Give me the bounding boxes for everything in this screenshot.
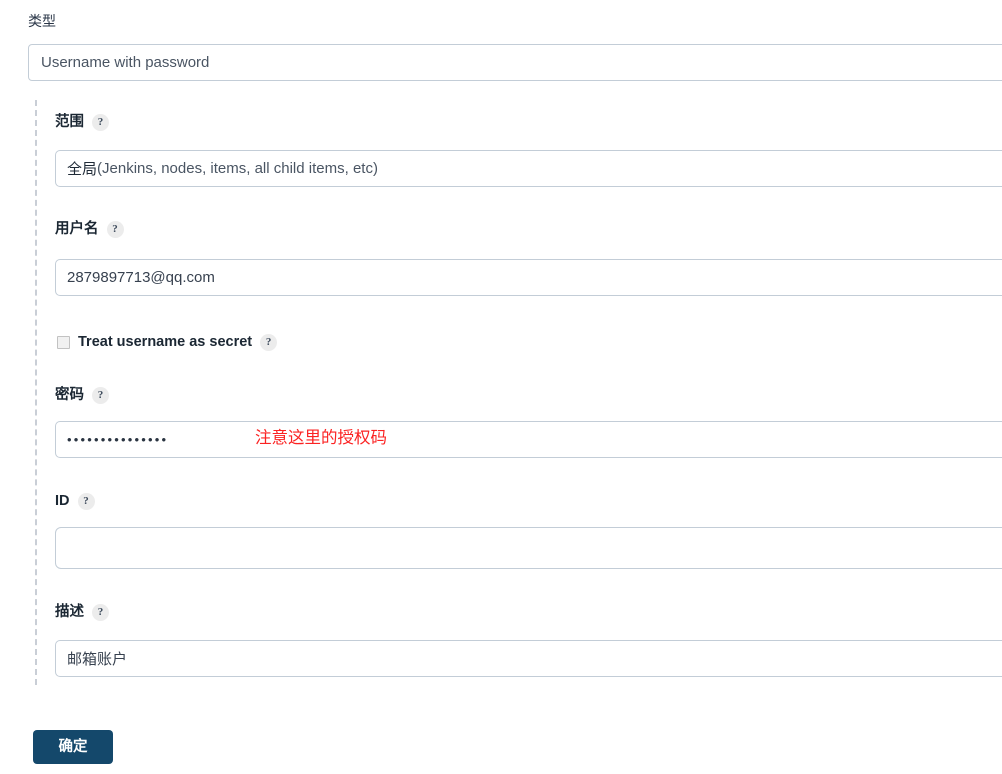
scope-label-row: 范围 ? [55, 112, 109, 132]
id-field-group: ID ? [55, 491, 95, 511]
scope-label: 范围 [55, 114, 84, 130]
description-value: 邮箱账户 [67, 651, 128, 668]
help-icon[interactable]: ? [92, 603, 109, 621]
submit-button[interactable]: 确定 [33, 730, 113, 764]
scope-field-group: 范围 ? [55, 112, 109, 132]
username-value: 2879897713@qq.com [67, 269, 215, 286]
username-label: 用户名 [55, 221, 99, 237]
scope-value-cn: 全局 [67, 161, 98, 178]
scope-value-en: (Jenkins, nodes, items, all child items,… [97, 160, 378, 177]
type-label: 类型 [28, 13, 56, 29]
help-icon[interactable]: ? [260, 333, 278, 351]
credential-type-select[interactable]: Username with password [28, 44, 1002, 81]
treat-username-as-secret-row[interactable]: Treat username as secret ? [57, 332, 278, 352]
password-masked-value: ••••••••••••••• [67, 432, 169, 447]
treat-username-as-secret-checkbox[interactable] [57, 335, 70, 349]
help-icon[interactable]: ? [77, 492, 95, 510]
password-label: 密码 [55, 387, 84, 403]
help-icon[interactable]: ? [92, 386, 109, 404]
description-label-row: 描述 ? [55, 602, 109, 622]
credential-form-page: 类型 Username with password 范围 ? 全局 (Jenki… [0, 0, 1002, 774]
treat-username-as-secret-label: Treat username as secret [78, 334, 253, 350]
help-icon[interactable]: ? [106, 220, 124, 238]
username-label-row: 用户名 ? [55, 219, 124, 239]
id-input[interactable] [55, 527, 1002, 569]
username-input[interactable]: 2879897713@qq.com [55, 259, 1002, 296]
password-input[interactable]: ••••••••••••••• [55, 421, 1002, 458]
password-annotation-note: 注意这里的授权码 [255, 429, 387, 447]
id-label: ID [55, 493, 70, 509]
description-field-group: 描述 ? [55, 602, 109, 622]
id-label-row: ID ? [55, 491, 95, 511]
form-group-rail [35, 100, 37, 685]
scope-select[interactable]: 全局 (Jenkins, nodes, items, all child ite… [55, 150, 1002, 187]
credential-type-selected-value: Username with password [41, 54, 210, 71]
description-input[interactable]: 邮箱账户 [55, 640, 1002, 677]
help-icon[interactable]: ? [92, 113, 109, 131]
password-field-group: 密码 ? [55, 385, 109, 405]
description-label: 描述 [55, 604, 84, 620]
password-label-row: 密码 ? [55, 385, 109, 405]
username-field-group: 用户名 ? [55, 219, 124, 239]
